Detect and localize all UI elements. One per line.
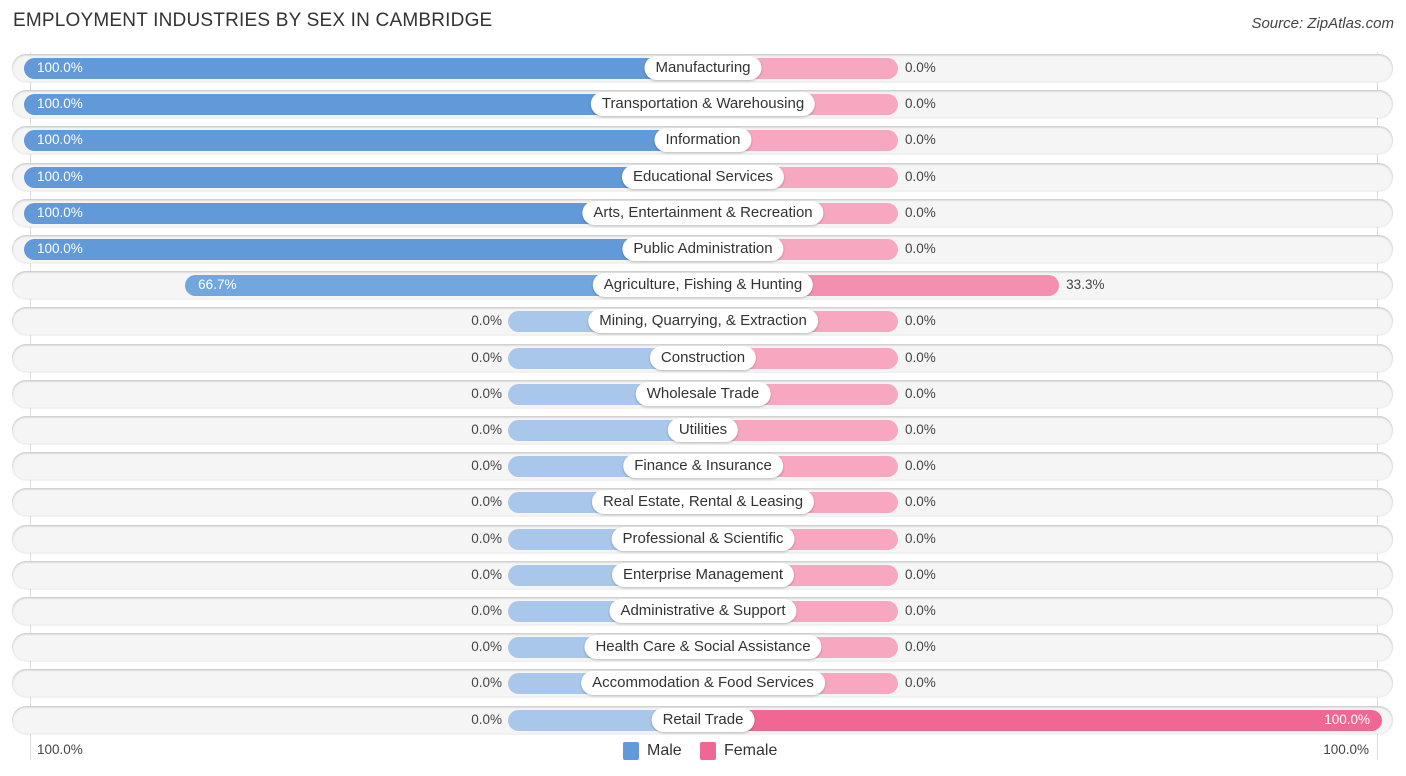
category-label: Construction [649,345,757,370]
category-label: Retail Trade [651,707,755,732]
value-label-male: 100.0% [37,60,83,75]
chart-row: 0.0% 0.0% Accommodation & Food Services [12,669,1393,698]
category-label: Finance & Insurance [623,454,783,479]
value-label-male: 100.0% [37,132,83,148]
category-label: Information [654,128,752,153]
chart-row: 0.0% 0.0% Construction [12,343,1393,372]
value-label-female: 0.0% [905,313,936,329]
value-label-female: 0.0% [905,204,936,220]
value-label-male: 0.0% [471,349,502,365]
category-label: Administrative & Support [609,599,797,623]
chart-row: 0.0% 0.0% Utilities [12,416,1393,444]
value-label-male: 0.0% [471,603,502,618]
bar-female[interactable] [703,709,1382,731]
legend-swatch-female [700,742,716,760]
value-label-male: 100.0% [37,168,83,184]
category-label: Utilities [667,418,739,442]
chart-row: 0.0% 0.0% Professional & Scientific [12,524,1393,553]
chart-row: 0.0% 0.0% Enterprise Management [12,560,1393,589]
value-label-female: 0.0% [905,241,936,256]
category-label: Accommodation & Food Services [581,671,825,696]
bar-male[interactable] [24,166,703,188]
value-label-female: 0.0% [905,422,936,437]
chart-row: 0.0% 0.0% Real Estate, Rental & Leasing [12,488,1393,517]
chart-row: 100.0% 0.0% Public Administration [12,235,1393,263]
value-label-male: 100.0% [37,96,83,112]
chart-row: 0.0% 0.0% Mining, Quarrying, & Extraction [12,307,1393,336]
value-label-female: 0.0% [905,603,936,618]
value-label-female: 0.0% [905,168,936,184]
category-label: Educational Services [621,164,785,189]
legend-label-male: Male [647,742,682,759]
value-label-female: 0.0% [905,385,936,401]
legend: Male Female [0,740,1406,762]
value-label-male: 0.0% [471,458,502,474]
category-label: Enterprise Management [611,562,795,587]
chart-row: 0.0% 0.0% Finance & Insurance [12,452,1393,481]
category-label: Real Estate, Rental & Leasing [591,490,815,515]
chart-area: 100.0% 0.0% Manufacturing 100.0% 0.0% Transpo… [0,0,1406,776]
value-label-female: 0.0% [905,96,936,112]
value-label-male: 100.0% [37,204,83,220]
value-label-female: 0.0% [905,675,936,691]
chart-row: 0.0% 0.0% Administrative & Support [12,597,1393,625]
chart-row: 100.0% 0.0% Educational Services [12,162,1393,191]
category-label: Wholesale Trade [635,381,771,406]
value-label-male: 100.0% [37,241,83,256]
value-label-male: 0.0% [471,385,502,401]
chart-row: 0.0% 0.0% Health Care & Social Assistance [12,633,1393,662]
value-label-male: 66.7% [198,277,237,293]
category-label: Manufacturing [644,56,762,80]
value-label-female: 100.0% [1324,711,1370,727]
value-label-female: 0.0% [905,349,936,365]
bar-male[interactable] [24,58,703,79]
legend-item-male[interactable]: Male [623,740,682,762]
chart-row: 0.0% 0.0% Wholesale Trade [12,379,1393,408]
value-label-female: 0.0% [905,494,936,510]
value-label-male: 0.0% [471,313,502,329]
legend-swatch-male [623,742,639,760]
legend-label-female: Female [724,742,778,759]
chart-row: 100.0% 0.0% Manufacturing [12,54,1393,82]
category-label: Professional & Scientific [611,526,795,551]
value-label-male: 0.0% [471,422,502,437]
chart-row: 100.0% 0.0% Transportation & Warehousing [12,90,1393,119]
value-label-female: 33.3% [1066,277,1105,293]
category-label: Health Care & Social Assistance [584,635,822,660]
value-label-male: 0.0% [471,530,502,546]
value-label-female: 0.0% [905,530,936,546]
value-label-male: 0.0% [471,711,502,727]
category-label: Mining, Quarrying, & Extraction [588,309,818,334]
category-label: Arts, Entertainment & Recreation [582,200,824,225]
chart-row: 0.0% 100.0% Retail Trade [12,705,1393,734]
value-label-male: 0.0% [471,675,502,691]
bar-male[interactable] [24,130,703,152]
chart-row: 100.0% 0.0% Information [12,126,1393,155]
category-label: Agriculture, Fishing & Hunting [592,273,814,298]
value-label-female: 0.0% [905,132,936,148]
value-label-male: 0.0% [471,639,502,655]
category-label: Transportation & Warehousing [590,92,816,117]
value-label-female: 0.0% [905,458,936,474]
chart-row: 100.0% 0.0% Arts, Entertainment & Recreati… [12,198,1393,227]
bar-male[interactable] [24,239,703,260]
legend-item-female[interactable]: Female [700,740,777,762]
value-label-male: 0.0% [471,494,502,510]
value-label-female: 0.0% [905,639,936,655]
value-label-female: 0.0% [905,566,936,582]
value-label-male: 0.0% [471,566,502,582]
chart-row: 66.7% 33.3% Agriculture, Fishing & Hunting [12,271,1393,300]
category-label: Public Administration [622,237,784,261]
value-label-female: 0.0% [905,60,936,75]
